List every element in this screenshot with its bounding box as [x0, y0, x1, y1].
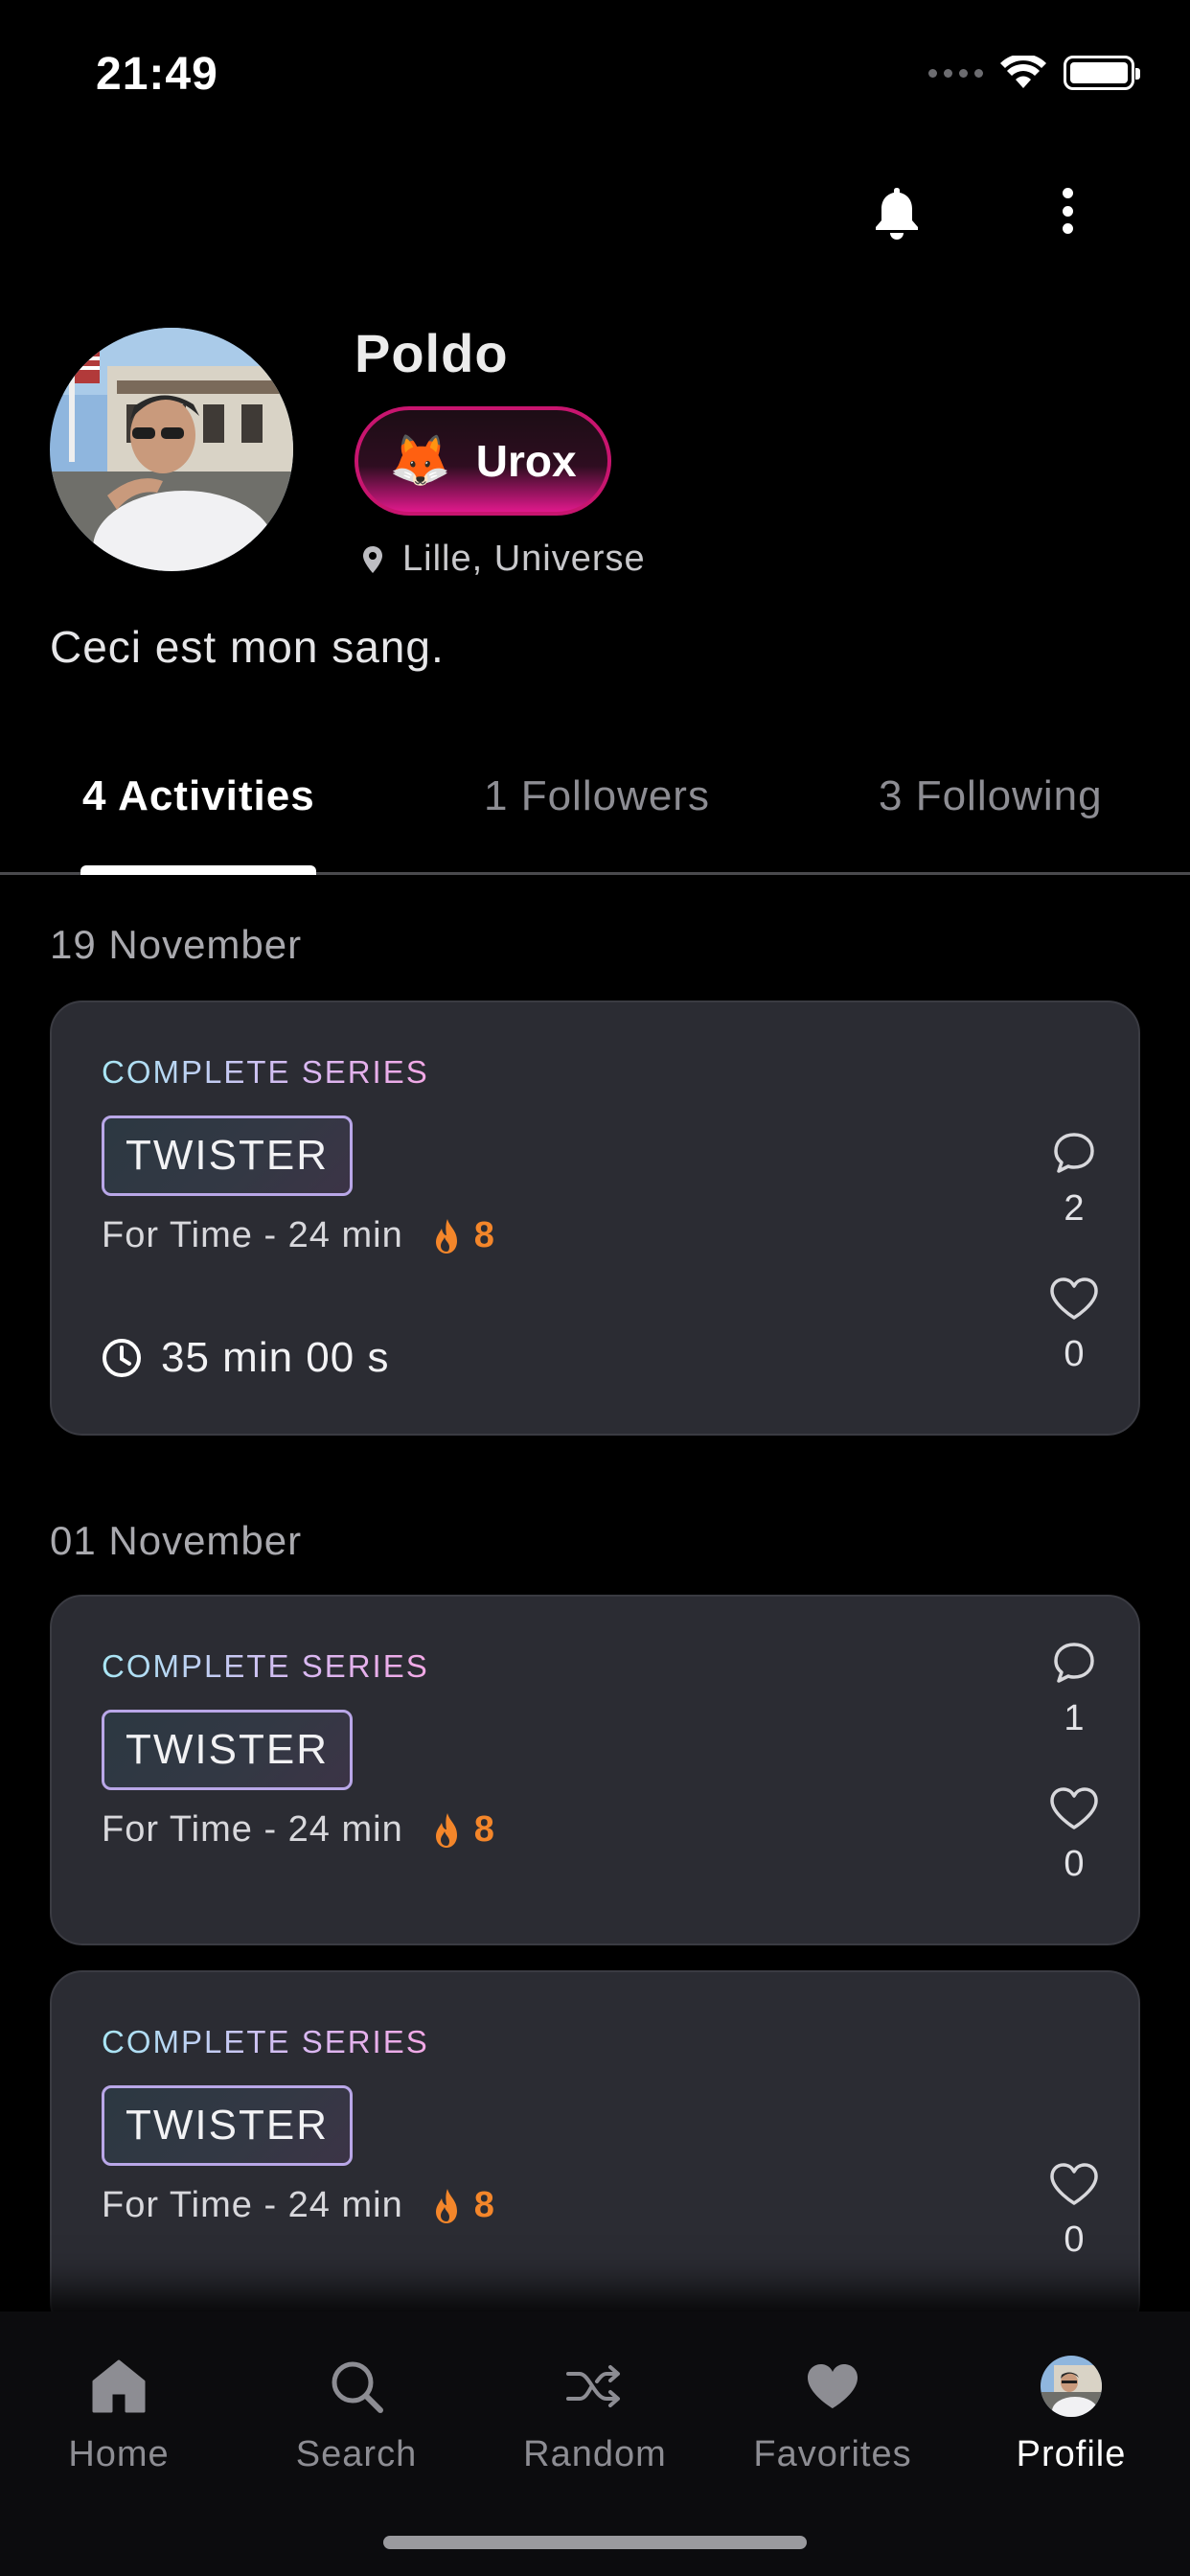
like-count: 0 [1064, 1844, 1085, 1884]
nav-label: Favorites [753, 2434, 912, 2474]
intensity-value: 8 [473, 2185, 495, 2225]
tab-indicator [80, 865, 316, 875]
status-indicators [928, 56, 1140, 90]
date-header: 19 November [50, 922, 303, 967]
wod-tag[interactable]: TWISTER [102, 1710, 353, 1790]
wod-format: For Time - 24 min [102, 2185, 403, 2225]
like-count: 0 [1064, 1334, 1085, 1374]
activity-card[interactable]: COMPLETE SERIES TWISTER For Time - 24 mi… [50, 1970, 1140, 2334]
wod-format: For Time - 24 min [102, 1215, 403, 1255]
flame-icon [435, 1218, 457, 1254]
wod-tag[interactable]: TWISTER [102, 1116, 353, 1196]
wod-format: For Time - 24 min [102, 1809, 403, 1850]
wifi-icon [1000, 56, 1046, 88]
nav-search[interactable]: Search [238, 2312, 475, 2475]
heart-icon [1050, 1787, 1098, 1829]
duration-text: 35 min 00 s [161, 1334, 390, 1381]
home-indicator [383, 2536, 807, 2549]
nav-random[interactable]: Random [476, 2312, 714, 2475]
tab-following[interactable]: 3 Following [879, 772, 1103, 820]
avatar[interactable] [50, 328, 293, 571]
like-count: 0 [1064, 2220, 1085, 2260]
battery-icon [1064, 56, 1140, 90]
wod-meta: For Time - 24 min 8 [102, 1809, 495, 1851]
location-pin-icon [363, 545, 382, 573]
intensity-value: 8 [473, 1215, 495, 1255]
comment-icon [1054, 1133, 1094, 1173]
nav-label: Search [295, 2434, 418, 2474]
nav-profile[interactable]: Profile [952, 2312, 1190, 2475]
activity-type: COMPLETE SERIES [102, 1648, 429, 1684]
nav-label: Random [523, 2434, 667, 2474]
heart-icon [1050, 2163, 1098, 2205]
comment-count: 1 [1064, 1698, 1085, 1738]
comment-count: 2 [1064, 1188, 1085, 1229]
wod-tag[interactable]: TWISTER [102, 2085, 353, 2166]
likes-stat[interactable]: 0 [1041, 1786, 1108, 1885]
tab-activities[interactable]: 4 Activities [82, 772, 315, 820]
comments-stat[interactable]: 2 [1041, 1131, 1108, 1230]
flame-icon [435, 2188, 457, 2223]
activity-type: COMPLETE SERIES [102, 1054, 429, 1090]
bio: Ceci est mon sang. [50, 622, 445, 672]
clock-icon [103, 1339, 141, 1377]
intensity-value: 8 [473, 1809, 495, 1850]
nav-favorites[interactable]: Favorites [714, 2312, 951, 2475]
avatar [1041, 2356, 1102, 2417]
home-icon [92, 2359, 146, 2413]
tab-followers[interactable]: 1 Followers [484, 772, 710, 820]
nav-home[interactable]: Home [0, 2312, 238, 2475]
nav-label: Home [68, 2434, 170, 2474]
location: Lille, Universe [362, 539, 646, 580]
activity-card[interactable]: COMPLETE SERIES TWISTER For Time - 24 mi… [50, 1595, 1140, 1945]
bell-icon[interactable] [872, 184, 922, 240]
fox-icon: 🦊 [389, 433, 451, 489]
wod-meta: For Time - 24 min 8 [102, 1215, 495, 1256]
cellular-signal-icon [928, 68, 983, 78]
location-text: Lille, Universe [402, 539, 646, 579]
heart-icon [808, 2364, 858, 2408]
status-time: 21:49 [96, 49, 218, 100]
heart-icon [1050, 1277, 1098, 1320]
search-icon [332, 2361, 383, 2413]
team-badge[interactable]: 🦊 Urox [355, 406, 611, 516]
date-header: 01 November [50, 1518, 303, 1563]
more-options-icon[interactable] [1054, 182, 1081, 240]
likes-stat[interactable]: 0 [1041, 2162, 1108, 2261]
nav-label: Profile [1016, 2434, 1127, 2474]
profile-screen: 21:49 Poldo 🦊 Urox Lille, Universe Ceci … [0, 0, 1190, 2576]
activity-card[interactable]: COMPLETE SERIES TWISTER For Time - 24 mi… [50, 1000, 1140, 1436]
user-name: Poldo [355, 323, 509, 383]
likes-stat[interactable]: 0 [1041, 1276, 1108, 1375]
activity-type: COMPLETE SERIES [102, 2024, 429, 2059]
flame-icon [435, 1812, 457, 1848]
duration: 35 min 00 s [102, 1334, 389, 1382]
shuffle-icon [566, 2365, 620, 2407]
team-label: Urox [475, 436, 577, 486]
comment-icon [1054, 1643, 1094, 1683]
wod-meta: For Time - 24 min 8 [102, 2185, 495, 2226]
comments-stat[interactable]: 1 [1041, 1641, 1108, 1739]
